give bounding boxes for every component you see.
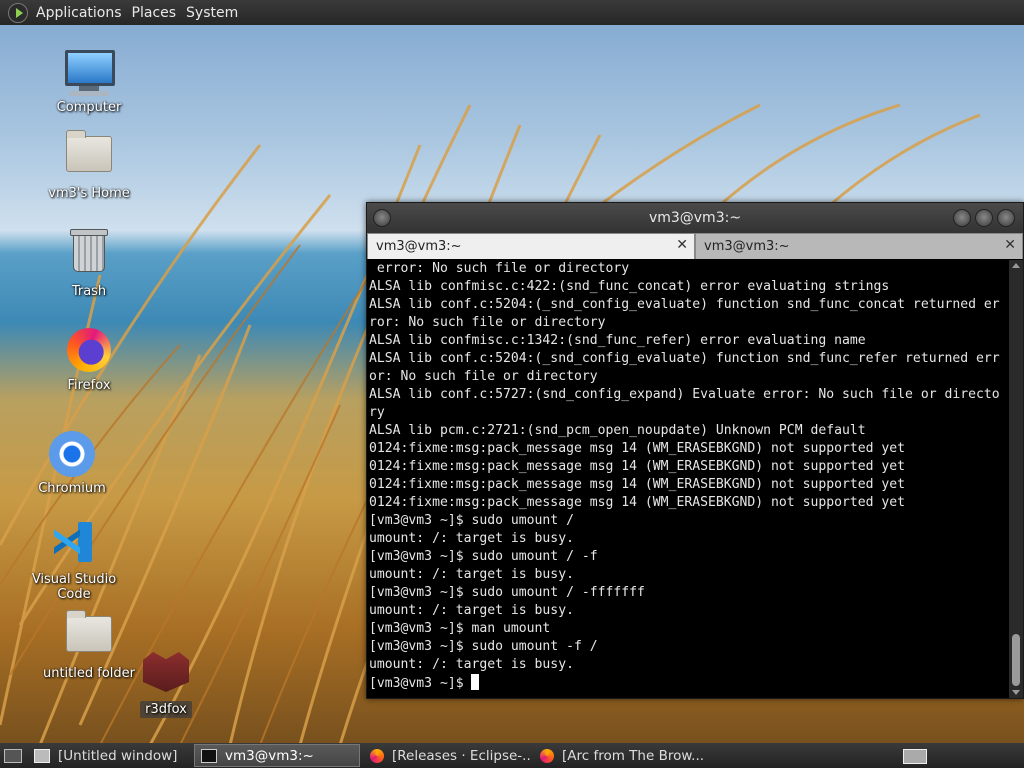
terminal-line: or: No such file or directory (369, 369, 598, 384)
terminal-scrollbar[interactable] (1009, 260, 1023, 698)
terminal-window: vm3@vm3:~ vm3@vm3:~ ✕ vm3@vm3:~ ✕ error:… (366, 202, 1024, 699)
computer-icon (65, 50, 115, 98)
desktop-icon-label: Trash (71, 284, 107, 299)
scroll-down-icon[interactable] (1012, 690, 1020, 695)
chromium-icon (48, 431, 96, 479)
taskbar-item-untitled-window[interactable]: [Untitled window] (28, 745, 190, 766)
desktop-icon-trash[interactable]: Trash (34, 226, 144, 299)
terminal-prompt: [vm3@vm3 ~]$ (369, 676, 472, 691)
desktop-icon-computer[interactable]: Computer (34, 46, 144, 115)
firefox-icon (540, 748, 554, 763)
minimize-button[interactable] (953, 209, 971, 227)
firefox-icon (65, 328, 113, 376)
terminal-prompt-line[interactable]: [vm3@vm3 ~]$ (369, 674, 1011, 693)
desktop-icon-label: Visual Studio Code (31, 572, 117, 602)
menu-places[interactable]: Places (130, 5, 185, 21)
firefox-icon (370, 748, 384, 763)
tab-label: vm3@vm3:~ (376, 239, 462, 254)
taskbar-item-releases[interactable]: [Releases · Eclipse-... (364, 745, 530, 766)
terminal-line: ALSA lib confmisc.c:422:(snd_func_concat… (369, 279, 890, 294)
terminal-line: [vm3@vm3 ~]$ sudo umount / -fffffff (369, 585, 645, 600)
home-folder-icon (65, 130, 113, 184)
taskbar-item-arc[interactable]: [Arc from The Brow... (534, 745, 706, 766)
taskbar-item-label: [Untitled window] (58, 747, 178, 764)
terminal-line: umount: /: target is busy. (369, 531, 574, 546)
tab-terminal-1[interactable]: vm3@vm3:~ ✕ (367, 233, 695, 259)
applications-logo-icon[interactable] (8, 2, 28, 23)
terminal-cursor (471, 674, 480, 690)
r3dfox-icon (142, 652, 190, 700)
desktop-icon-label: Chromium (38, 481, 106, 496)
vscode-icon (50, 522, 98, 570)
maximize-button[interactable] (975, 209, 993, 227)
terminal-line: ALSA lib conf.c:5204:(_snd_config_evalua… (369, 297, 1000, 312)
desktop-icon-label: Firefox (67, 378, 111, 393)
terminal-line: ALSA lib pcm.c:2721:(snd_pcm_open_noupda… (369, 423, 866, 438)
terminal-line: 0124:fixme:msg:pack_message msg 14 (WM_E… (369, 441, 906, 456)
scroll-up-icon[interactable] (1012, 263, 1020, 268)
close-tab-icon[interactable]: ✕ (1004, 237, 1016, 253)
terminal-line: ALSA lib confmisc.c:1342:(snd_func_refer… (369, 333, 866, 348)
terminal-line: [vm3@vm3 ~]$ sudo umount / (369, 513, 574, 528)
taskbar-item-label: vm3@vm3:~ (225, 747, 314, 764)
terminal-titlebar[interactable]: vm3@vm3:~ (367, 203, 1023, 233)
desktop-icon-home[interactable]: vm3's Home (34, 126, 144, 201)
terminal-line: ry (369, 405, 385, 420)
desktop-icon-r3dfox[interactable]: r3dfox (111, 646, 221, 718)
terminal-line: [vm3@vm3 ~]$ man umount (369, 621, 551, 636)
menu-applications[interactable]: Applications (34, 5, 130, 21)
window-title: vm3@vm3:~ (648, 210, 742, 226)
terminal-line: umount: /: target is busy. (369, 657, 574, 672)
bottom-panel: [Untitled window] vm3@vm3:~ [Releases · … (0, 743, 1024, 768)
desktop-icon-vscode[interactable]: Visual Studio Code (19, 518, 129, 602)
menu-system[interactable]: System (184, 5, 246, 21)
terminal-line: [vm3@vm3 ~]$ sudo umount / -f (369, 549, 598, 564)
terminal-tabs: vm3@vm3:~ ✕ vm3@vm3:~ ✕ (367, 233, 1023, 259)
desktop-icon-label: Computer (56, 100, 122, 115)
top-panel: Applications Places System (0, 0, 1024, 25)
terminal-line: umount: /: target is busy. (369, 603, 574, 618)
terminal-line: 0124:fixme:msg:pack_message msg 14 (WM_E… (369, 495, 906, 510)
terminal-line: umount: /: target is busy. (369, 567, 574, 582)
desktop-icon-chromium[interactable]: Chromium (17, 430, 127, 496)
trash-icon (65, 229, 113, 282)
desktop-icon-label: vm3's Home (48, 186, 130, 201)
terminal-icon (201, 748, 217, 763)
taskbar-item-label: [Releases · Eclipse-... (392, 747, 530, 764)
terminal-line: error: No such file or directory (369, 261, 630, 276)
tab-label: vm3@vm3:~ (704, 239, 790, 254)
terminal-line: ALSA lib conf.c:5727:(snd_config_expand)… (369, 387, 1000, 402)
tab-terminal-2[interactable]: vm3@vm3:~ ✕ (695, 233, 1023, 259)
window-icon (34, 748, 50, 763)
terminal-output[interactable]: error: No such file or directory ALSA lib… (367, 260, 1011, 698)
desktop-icon-label: r3dfox (140, 701, 192, 718)
scroll-thumb[interactable] (1012, 634, 1020, 686)
terminal-line: 0124:fixme:msg:pack_message msg 14 (WM_E… (369, 477, 906, 492)
terminal-line: 0124:fixme:msg:pack_message msg 14 (WM_E… (369, 459, 906, 474)
taskbar-item-terminal[interactable]: vm3@vm3:~ (194, 744, 360, 767)
desktop-icon-firefox[interactable]: Firefox (34, 326, 144, 393)
show-desktop-icon[interactable] (4, 748, 22, 763)
terminal-line: ALSA lib conf.c:5204:(_snd_config_evalua… (369, 351, 1000, 366)
terminal-line: [vm3@vm3 ~]$ sudo umount -f / (369, 639, 598, 654)
taskbar-item-label: [Arc from The Brow... (562, 747, 705, 764)
workspace-switcher[interactable] (903, 749, 927, 764)
terminal-line: ror: No such file or directory (369, 315, 606, 330)
close-tab-icon[interactable]: ✕ (676, 237, 688, 253)
close-button[interactable] (997, 209, 1015, 227)
folder-icon (65, 610, 113, 664)
